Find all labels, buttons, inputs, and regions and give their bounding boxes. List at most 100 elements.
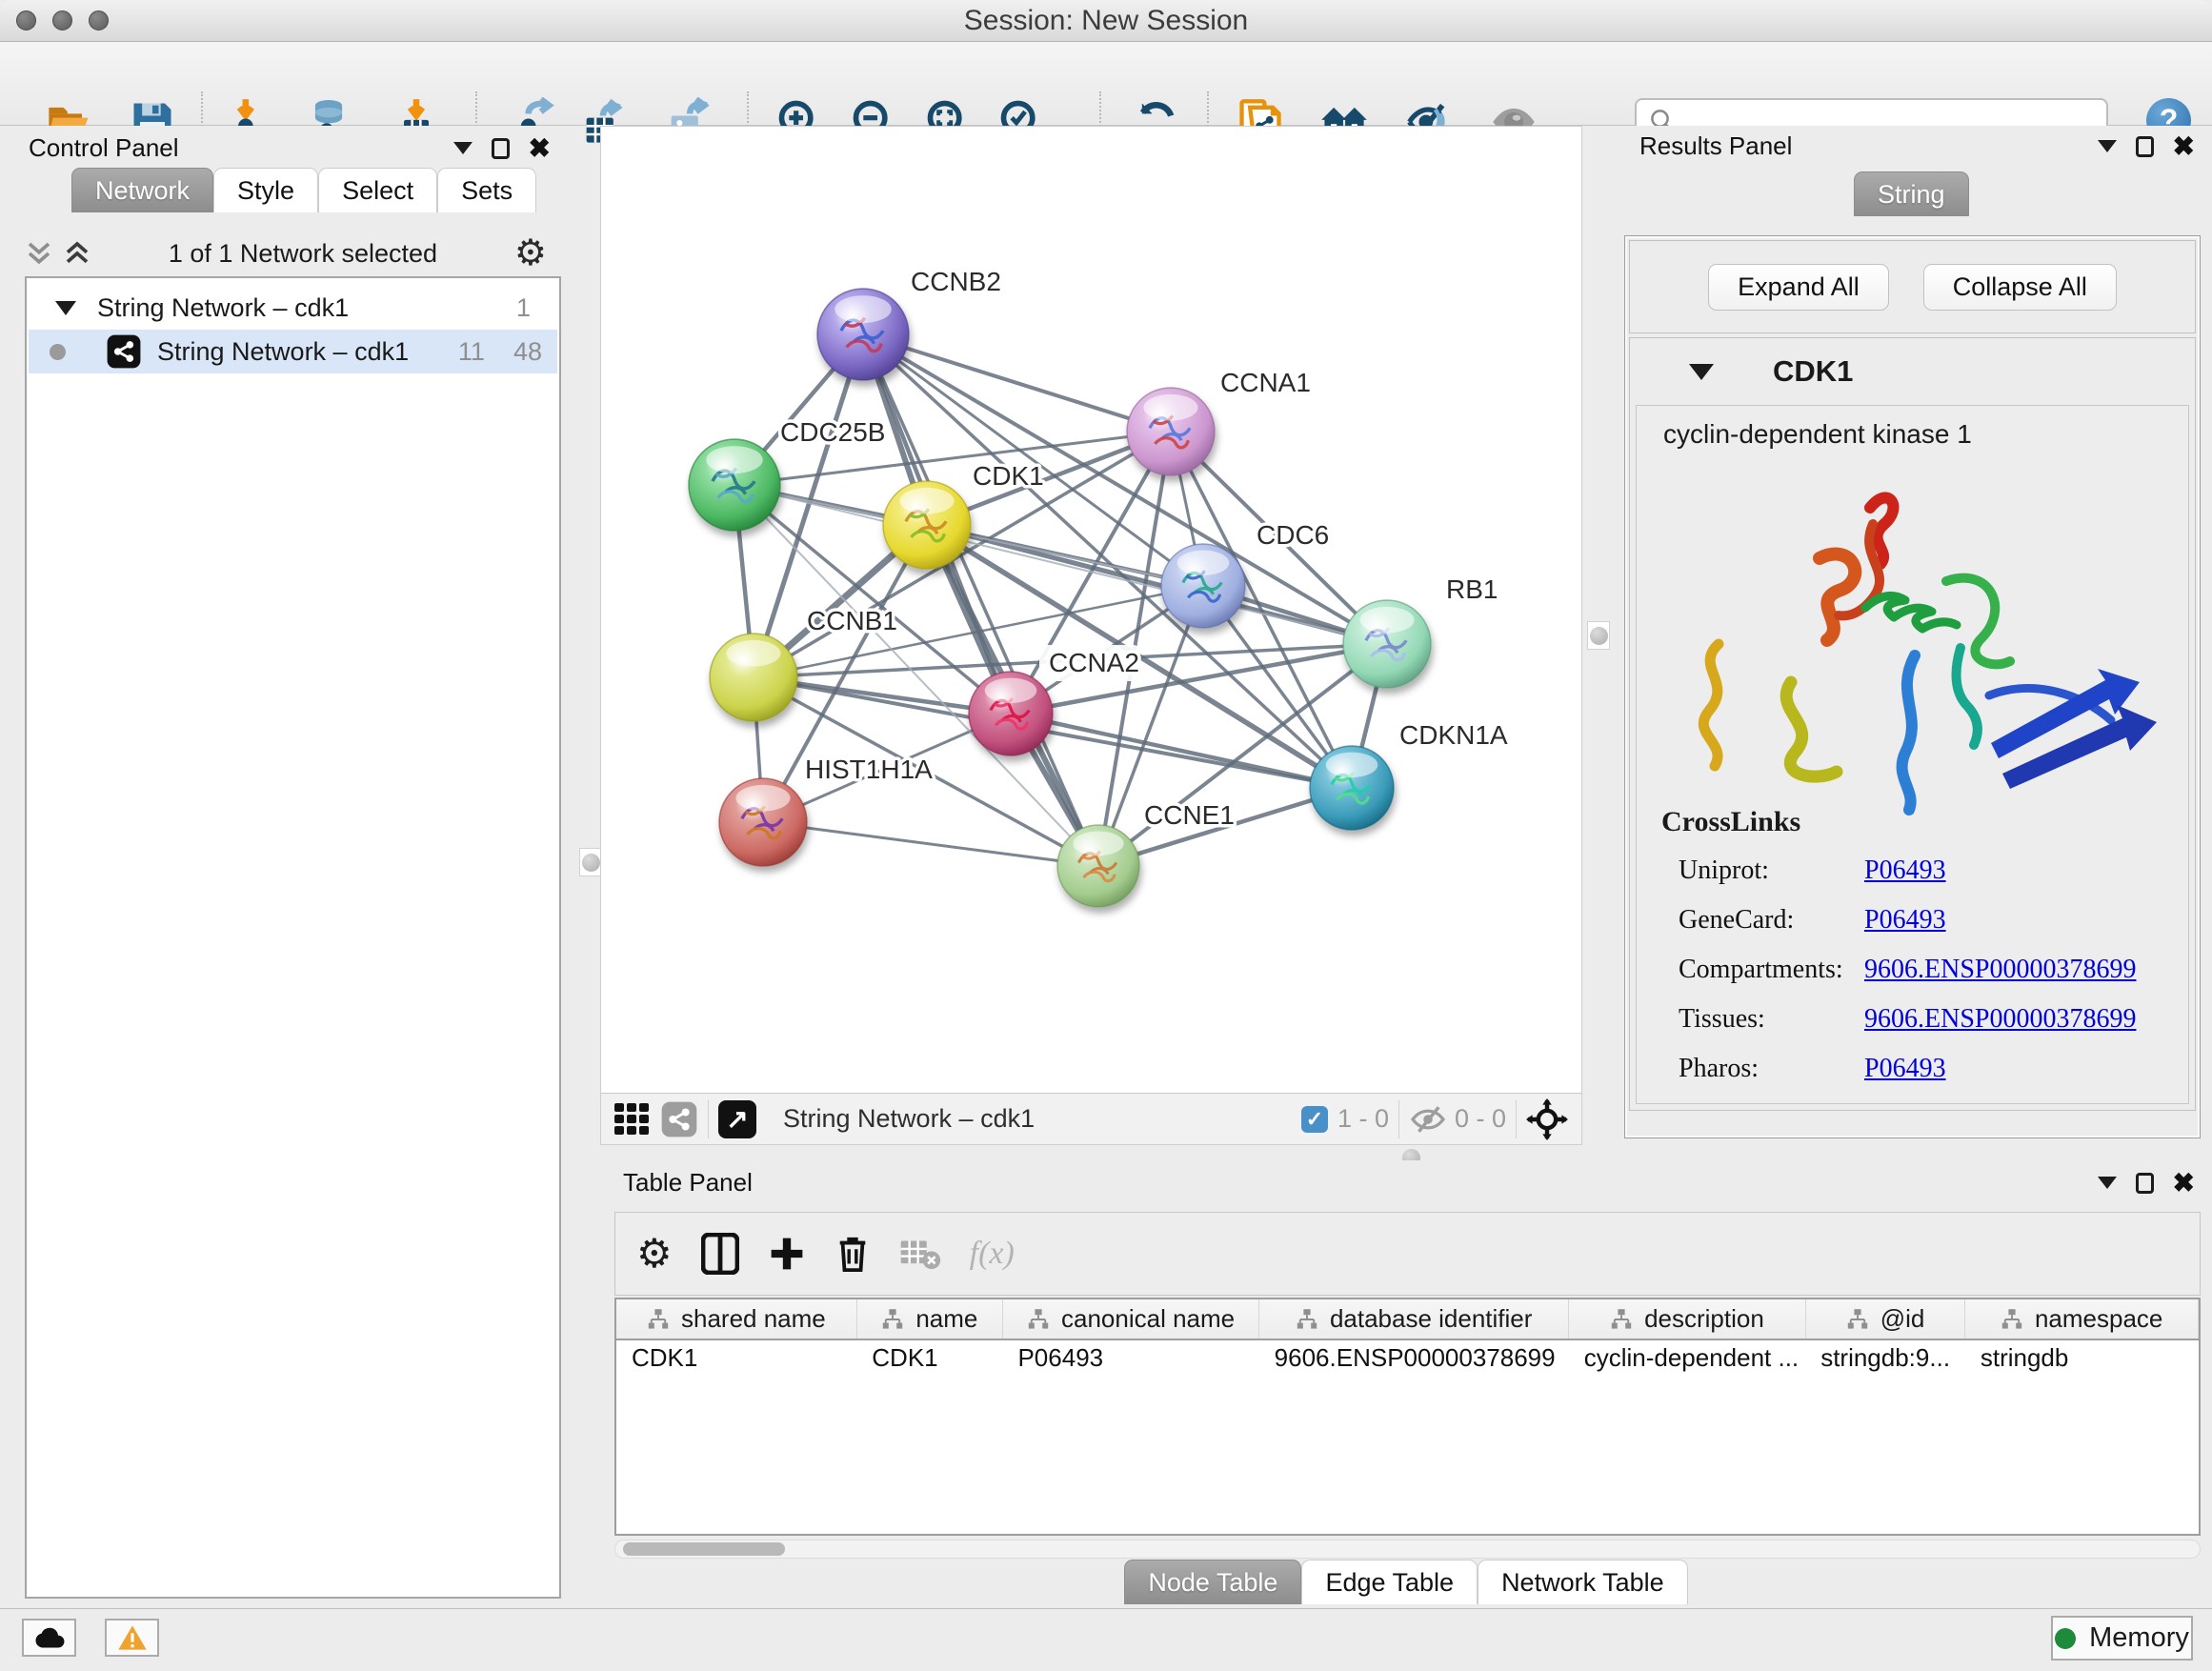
network-edge-CCNB2-CCNA1[interactable] <box>863 334 1171 432</box>
table-toolbar: ⚙ f(x) <box>614 1212 2201 1296</box>
table-settings-gear-icon[interactable]: ⚙ <box>636 1234 673 1274</box>
warning-button[interactable] <box>105 1619 159 1657</box>
column-header-description[interactable]: description <box>1569 1299 1806 1339</box>
table-cell[interactable]: stringdb <box>1965 1339 2199 1376</box>
column-header-database-identifier[interactable]: database identifier <box>1259 1299 1569 1339</box>
grid-view-icon[interactable] <box>614 1103 649 1135</box>
crosslink-link[interactable]: P06493 <box>1864 905 1946 936</box>
tab-sets[interactable]: Sets <box>437 168 536 212</box>
node-label-CCNE1: CCNE1 <box>1144 800 1235 830</box>
section-collapse-icon[interactable] <box>1689 364 1714 380</box>
tab-string[interactable]: String <box>1854 171 1969 216</box>
table-cell[interactable]: stringdb:9... <box>1805 1339 1965 1376</box>
column-header-shared-name[interactable]: shared name <box>616 1299 856 1339</box>
collapse-all-button[interactable]: Collapse All <box>1923 264 2117 311</box>
control-panel-tabs: NetworkStyleSelectSets <box>71 168 536 212</box>
panel-menu-icon[interactable] <box>2098 1177 2117 1189</box>
panel-menu-icon[interactable] <box>2098 140 2117 152</box>
node-label-CCNB2: CCNB2 <box>911 267 1001 296</box>
expand-all-icon[interactable] <box>25 241 53 266</box>
column-header-canonical-name[interactable]: canonical name <box>1002 1299 1258 1339</box>
network-node-CCNB2[interactable] <box>817 289 909 380</box>
window-title: Session: New Session <box>0 5 2212 37</box>
cdk1-details: cyclin-dependent kinase 1 <box>1636 405 2189 1104</box>
network-edge-CCNE1-HIST1H1A[interactable] <box>763 822 1098 866</box>
panel-close-icon[interactable]: ✖ <box>529 135 551 162</box>
network-view-toolbar: ↗ String Network – cdk1 ✓ 1 - 0 0 - 0 <box>601 1093 1581 1144</box>
network-node-CDC6[interactable] <box>1161 544 1245 628</box>
table-tabs: Node TableEdge TableNetwork Table <box>600 1560 2212 1604</box>
crosslink-link[interactable]: 9606.ENSP00000378699 <box>1864 955 2136 985</box>
edge-count: 48 <box>513 337 542 367</box>
protein-description: cyclin-dependent kinase 1 <box>1663 419 1972 450</box>
collection-count: 1 <box>516 293 531 323</box>
network-node-CDC25B[interactable] <box>689 439 780 531</box>
expand-all-button[interactable]: Expand All <box>1708 264 1889 311</box>
memory-button[interactable]: Memory <box>2051 1616 2193 1661</box>
tab-node-table[interactable]: Node Table <box>1124 1560 1301 1604</box>
column-header-name[interactable]: name <box>856 1299 1002 1339</box>
crosslink-link[interactable]: P06493 <box>1864 856 1946 886</box>
network-row-selected[interactable]: String Network – cdk1 11 48 <box>29 330 557 373</box>
detach-view-icon[interactable]: ↗ <box>718 1100 756 1138</box>
network-edge-CCNB2-CCNE1[interactable] <box>863 334 1098 866</box>
network-node-CDK1[interactable] <box>883 481 971 569</box>
table-cell[interactable]: 9606.ENSP00000378699 <box>1259 1339 1569 1376</box>
vertical-splitter-grip[interactable] <box>579 848 602 876</box>
tab-network-table[interactable]: Network Table <box>1478 1560 1688 1604</box>
network-canvas[interactable]: CCNB2CCNA1CDC25BCDK1CDC6RB1CCNB1CCNA2HIS… <box>601 127 1581 1093</box>
network-node-CCNE1[interactable] <box>1057 825 1139 907</box>
column-header-namespace[interactable]: namespace <box>1965 1299 2199 1339</box>
tab-style[interactable]: Style <box>213 168 318 212</box>
network-node-CCNB1[interactable] <box>710 634 797 721</box>
network-node-CCNA1[interactable] <box>1127 388 1215 475</box>
column-header-@id[interactable]: @id <box>1805 1299 1965 1339</box>
network-node-CDKN1A[interactable] <box>1310 746 1394 830</box>
show-columns-icon[interactable] <box>701 1233 739 1275</box>
panel-float-icon[interactable] <box>2136 136 2154 157</box>
results-splitter-grip[interactable] <box>1587 621 1610 650</box>
node-label-CDKN1A: CDKN1A <box>1399 720 1508 750</box>
network-collection-row[interactable]: String Network – cdk1 1 <box>29 288 557 328</box>
memory-status-dot <box>2055 1628 2076 1649</box>
tab-network[interactable]: Network <box>71 168 213 212</box>
collapse-arrow-icon[interactable] <box>55 301 76 315</box>
add-column-icon[interactable] <box>768 1235 806 1273</box>
control-panel: Control Panel ✖ NetworkStyleSelectSets 1… <box>11 126 560 1602</box>
network-view-title: String Network – cdk1 <box>783 1104 1035 1134</box>
panel-menu-icon[interactable] <box>453 142 473 154</box>
tab-select[interactable]: Select <box>318 168 437 212</box>
gear-icon[interactable]: ⚙ <box>514 235 547 272</box>
table-row: CDK1CDK1P064939606.ENSP00000378699cyclin… <box>616 1339 2199 1376</box>
table-cell[interactable]: CDK1 <box>616 1339 856 1376</box>
network-edge-CCNA2-CDKN1A[interactable] <box>1011 714 1352 788</box>
cloud-button[interactable] <box>22 1619 76 1657</box>
collapse-all-icon[interactable] <box>63 241 91 266</box>
network-node-RB1[interactable] <box>1343 600 1431 688</box>
birds-eye-icon[interactable] <box>1526 1098 1568 1140</box>
network-view[interactable]: CCNB2CCNA1CDC25BCDK1CDC6RB1CCNB1CCNA2HIS… <box>600 126 1582 1145</box>
hidden-eye-icon[interactable] <box>1409 1104 1447 1135</box>
delete-column-icon[interactable] <box>835 1233 871 1275</box>
tab-edge-table[interactable]: Edge Table <box>1301 1560 1478 1604</box>
network-node-HIST1H1A[interactable] <box>719 778 807 866</box>
network-node-CCNA2[interactable] <box>969 672 1053 755</box>
panel-close-icon[interactable]: ✖ <box>2173 1170 2195 1197</box>
scrollbar-thumb[interactable] <box>623 1542 785 1556</box>
network-selection-summary: 1 of 1 Network selected <box>91 239 514 269</box>
table-panel: Table Panel ✖ ⚙ f(x) shared namenamecano… <box>600 1160 2212 1608</box>
network-list: String Network – cdk1 1 String Network –… <box>25 276 561 1599</box>
crosslink-link[interactable]: 9606.ENSP00000378699 <box>1864 1004 2136 1035</box>
panel-float-icon[interactable] <box>2136 1173 2154 1194</box>
share-view-icon[interactable] <box>660 1100 698 1138</box>
panel-close-icon[interactable]: ✖ <box>2173 133 2195 160</box>
crosslink-link[interactable]: P06493 <box>1864 1054 1946 1084</box>
table-horizontal-scrollbar[interactable] <box>614 1540 2201 1559</box>
table-cell[interactable]: cyclin-dependent ... <box>1569 1339 1806 1376</box>
table-cell[interactable]: P06493 <box>1002 1339 1258 1376</box>
table-cell[interactable]: CDK1 <box>856 1339 1002 1376</box>
panel-float-icon[interactable] <box>492 138 510 159</box>
node-label-CCNA1: CCNA1 <box>1220 368 1311 397</box>
selected-checkbox-icon[interactable]: ✓ <box>1301 1106 1328 1133</box>
network-collection-label: String Network – cdk1 <box>97 293 516 323</box>
